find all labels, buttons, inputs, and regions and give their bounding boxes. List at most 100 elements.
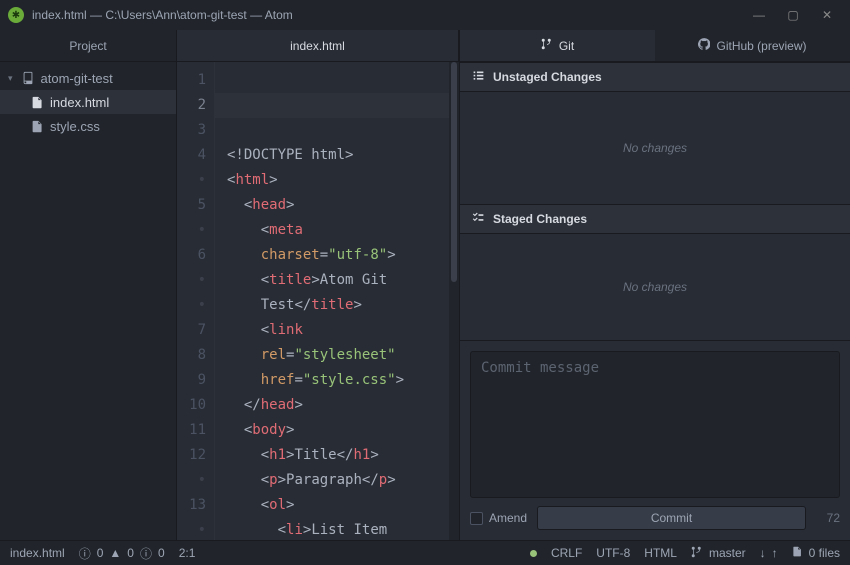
file-icon <box>792 546 803 560</box>
status-line-ending[interactable]: CRLF <box>551 546 582 560</box>
no-changes-text: No changes <box>623 280 687 294</box>
github-icon <box>698 38 710 53</box>
code-line: <ol> <box>227 493 459 518</box>
tree-file-label: index.html <box>50 95 109 110</box>
git-panel: Git GitHub (preview) Unstaged Changes No… <box>460 30 850 540</box>
line-number: 10 <box>177 393 206 418</box>
commit-message-placeholder: Commit message <box>481 360 599 376</box>
code-area[interactable]: <!DOCTYPE html><html> <head> <meta chars… <box>215 62 459 540</box>
editor-tab[interactable]: index.html <box>177 30 459 61</box>
tree-file-label: style.css <box>50 119 100 134</box>
line-number: 12 <box>177 443 206 468</box>
window-controls: — ▢ ✕ <box>752 8 842 22</box>
line-number: • <box>177 518 206 540</box>
line-number: • <box>177 218 206 243</box>
info-icon: ⓘ <box>140 545 152 562</box>
tab-github-label: GitHub (preview) <box>716 39 806 53</box>
window-title: index.html — C:\Users\Ann\atom-git-test … <box>32 8 293 22</box>
editor-pane: index.html 1234•5•6••789101112•13• <!DOC… <box>177 30 460 540</box>
code-line: <meta <box>227 218 459 243</box>
line-number: 6 <box>177 243 206 268</box>
status-cursor[interactable]: 2:1 <box>179 546 196 560</box>
git-merge-icon <box>541 38 553 53</box>
code-line: charset="utf-8"> <box>227 243 459 268</box>
line-number: • <box>177 293 206 318</box>
close-button[interactable]: ✕ <box>820 8 834 22</box>
code-line: <h1>Title</h1> <box>227 443 459 468</box>
warning-icon: ▲ <box>109 546 121 560</box>
status-fetch[interactable]: ↓ ↑ <box>760 546 778 560</box>
error-icon: ⓘ <box>79 545 91 562</box>
line-gutter: 1234•5•6••789101112•13• <box>177 62 215 540</box>
project-header: Project <box>0 30 176 62</box>
editor-tab-bar: index.html <box>177 30 459 62</box>
titlebar: ✱ index.html — C:\Users\Ann\atom-git-tes… <box>0 0 850 30</box>
active-line-highlight <box>215 93 459 118</box>
tab-github[interactable]: GitHub (preview) <box>655 30 850 61</box>
branch-icon <box>691 546 703 561</box>
tab-git-label: Git <box>559 39 574 53</box>
status-files[interactable]: 0 files <box>792 546 840 560</box>
code-line: <p>Paragraph</p> <box>227 468 459 493</box>
line-number: • <box>177 168 206 193</box>
line-number: 4 <box>177 143 206 168</box>
amend-label: Amend <box>489 511 527 525</box>
checklist-icon <box>472 211 485 227</box>
no-changes-text: No changes <box>623 141 687 155</box>
amend-checkbox[interactable]: Amend <box>470 511 527 525</box>
code-line: href="style.css"> <box>227 368 459 393</box>
code-line: </head> <box>227 393 459 418</box>
code-line: Test</title> <box>227 293 459 318</box>
commit-area: Commit message Amend Commit 72 <box>460 340 850 540</box>
tab-git[interactable]: Git <box>460 30 655 61</box>
code-line: <body> <box>227 418 459 443</box>
git-tab-bar: Git GitHub (preview) <box>460 30 850 62</box>
atom-app-icon: ✱ <box>8 7 24 23</box>
commit-button-label: Commit <box>651 511 692 525</box>
repo-icon <box>21 71 35 85</box>
arrow-up-icon: ↑ <box>772 546 778 560</box>
dot-green-icon <box>530 550 537 557</box>
file-icon <box>30 96 44 109</box>
arrow-down-icon: ↓ <box>760 546 766 560</box>
status-diagnostics[interactable]: ⓘ0 ▲0 ⓘ0 <box>79 545 165 562</box>
status-grammar[interactable]: HTML <box>644 546 677 560</box>
unstaged-header[interactable]: Unstaged Changes <box>460 62 850 92</box>
checkbox-icon <box>470 512 483 525</box>
status-bar: index.html ⓘ0 ▲0 ⓘ0 2:1 CRLF UTF-8 HTML … <box>0 540 850 565</box>
file-icon <box>30 120 44 133</box>
line-number: 13 <box>177 493 206 518</box>
staged-body: No changes <box>460 234 850 340</box>
chars-remaining: 72 <box>816 511 840 525</box>
line-number: • <box>177 268 206 293</box>
status-clean-indicator <box>530 550 537 557</box>
line-number: 5 <box>177 193 206 218</box>
unstaged-header-label: Unstaged Changes <box>493 70 602 84</box>
line-number: 2 <box>177 93 206 118</box>
status-filename[interactable]: index.html <box>10 546 65 560</box>
status-branch[interactable]: master <box>691 546 746 561</box>
line-number: • <box>177 468 206 493</box>
tree-file-index[interactable]: index.html <box>0 90 176 114</box>
code-line: <li>List Item <box>227 518 459 540</box>
file-tree: ▾ atom-git-test index.html style.css <box>0 62 176 138</box>
commit-message-input[interactable]: Commit message <box>470 351 840 498</box>
minimize-button[interactable]: — <box>752 8 766 22</box>
commit-button[interactable]: Commit <box>537 506 806 530</box>
code-line: <html> <box>227 168 459 193</box>
status-encoding[interactable]: UTF-8 <box>596 546 630 560</box>
line-number: 1 <box>177 68 206 93</box>
line-number: 11 <box>177 418 206 443</box>
staged-header[interactable]: Staged Changes <box>460 204 850 234</box>
line-number: 3 <box>177 118 206 143</box>
editor-tab-label: index.html <box>290 39 345 53</box>
tree-file-style[interactable]: style.css <box>0 114 176 138</box>
maximize-button[interactable]: ▢ <box>786 8 800 22</box>
code-line: <link <box>227 318 459 343</box>
tree-root-label: atom-git-test <box>41 71 113 86</box>
editor-body[interactable]: 1234•5•6••789101112•13• <!DOCTYPE html><… <box>177 62 459 540</box>
list-icon <box>472 69 485 85</box>
tree-root[interactable]: ▾ atom-git-test <box>0 66 176 90</box>
line-number: 9 <box>177 368 206 393</box>
line-number: 7 <box>177 318 206 343</box>
